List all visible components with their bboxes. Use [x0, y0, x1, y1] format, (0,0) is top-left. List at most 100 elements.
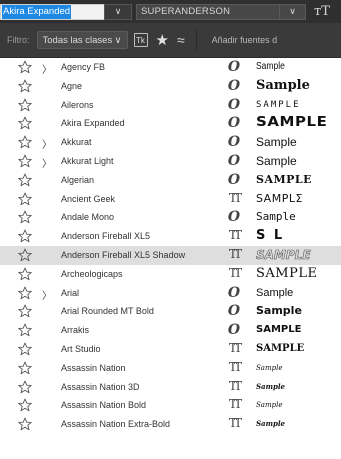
font-name: Akkurat [61, 137, 92, 148]
favorite-star-icon[interactable] [18, 173, 32, 187]
font-list-item[interactable]: Assassin Nation 3D TT Sample [0, 378, 341, 397]
font-list: 〉 Agency FB O Sample Agne O Sample Ailerons O SAM… [0, 58, 341, 434]
font-list-item[interactable]: Ancient Geek TT SAMPLΣ [0, 190, 341, 209]
favorite-star-icon[interactable] [18, 417, 32, 431]
font-style-input[interactable]: SUPERANDERSON [136, 3, 280, 20]
opentype-icon: O [227, 115, 241, 132]
font-list-item[interactable]: Arrakis O SAMPLE [0, 321, 341, 340]
chevron-down-icon: ∨ [114, 34, 122, 46]
font-sample: SAMPLE [256, 265, 318, 281]
font-class-filter-select[interactable]: Todas las clases ∨ [36, 31, 128, 49]
font-list-item[interactable]: 〉 Akkurat O Sample [0, 133, 341, 152]
font-sample: SAMPLE [256, 324, 302, 336]
font-name: Art Studio [61, 343, 101, 354]
font-sample: Sample [256, 210, 296, 224]
favorites-filter-star-icon[interactable]: ★ [156, 33, 169, 48]
font-sample: Sample [256, 77, 310, 93]
font-list-item[interactable]: Ailerons O SAMPLE [0, 96, 341, 115]
font-sample: Sample [256, 419, 286, 429]
filter-select-value: Todas las clases [42, 34, 113, 46]
opentype-icon: O [227, 59, 241, 75]
favorite-star-icon[interactable] [18, 192, 32, 206]
favorite-star-icon[interactable] [18, 229, 32, 243]
favorite-star-icon[interactable] [18, 398, 32, 412]
favorite-star-icon[interactable] [18, 380, 32, 394]
font-list-item[interactable]: Assassin Nation Extra-Bold TT Sample [0, 415, 341, 434]
font-list-item[interactable]: Arial Rounded MT Bold O Sample [0, 302, 341, 321]
expand-chevron-icon[interactable]: 〉 [42, 155, 52, 170]
favorite-star-icon[interactable] [18, 267, 32, 281]
font-sample: Sample [256, 381, 286, 391]
font-list-item[interactable]: Anderson Fireball XL5 Shadow TT SAMPLE [0, 245, 341, 265]
expand-chevron-icon[interactable]: 〉 [42, 287, 52, 302]
font-name: Assassin Nation Bold [61, 400, 147, 411]
opentype-icon: O [227, 134, 241, 151]
font-list-item[interactable]: 〉 Arial O Sample [0, 284, 341, 303]
font-list-item[interactable]: Assassin Nation Bold TT Sample [0, 396, 341, 415]
font-list-item[interactable]: Agne O Sample [0, 77, 341, 96]
font-sample: SAMPLE [256, 342, 305, 354]
font-sample: Sample [256, 153, 297, 168]
font-size-icon[interactable]: тT [314, 4, 330, 20]
font-name: Assassin Nation [61, 362, 126, 373]
font-name: Anderson Fireball XL5 [61, 231, 151, 242]
font-picker-bar: Akira Expanded ∨ SUPERANDERSON ∨ тT [0, 0, 341, 23]
font-name: Assassin Nation 3D [61, 381, 140, 392]
font-name: Andale Mono [61, 212, 115, 223]
opentype-icon: O [227, 303, 241, 320]
font-name: Ailerons [61, 99, 94, 110]
favorite-star-icon[interactable] [18, 135, 32, 149]
font-list-item[interactable]: Akira Expanded O SAMPLE [0, 114, 341, 133]
typekit-filter-button[interactable]: Tk [133, 33, 148, 47]
font-name: Arial [61, 287, 80, 298]
font-list-item[interactable]: 〉 Akkurat Light O Sample [0, 152, 341, 171]
favorite-star-icon[interactable] [18, 210, 32, 224]
divider [195, 29, 197, 51]
favorite-star-icon[interactable] [18, 248, 32, 262]
favorite-star-icon[interactable] [18, 304, 32, 318]
add-fonts-link[interactable]: Añadir fuentes d [212, 35, 278, 45]
favorite-star-icon[interactable] [18, 361, 32, 375]
font-list-item[interactable]: Art Studio TT SAMPLE [0, 340, 341, 359]
favorite-star-icon[interactable] [18, 154, 32, 168]
expand-chevron-icon[interactable]: 〉 [42, 136, 52, 151]
font-family-selected-text[interactable]: Akira Expanded [2, 4, 72, 19]
font-family-input[interactable]: Akira Expanded [0, 3, 104, 20]
font-list-item[interactable]: Andale Mono O Sample [0, 208, 341, 227]
font-sample: Sample [256, 286, 294, 299]
font-name: Agency FB [61, 62, 106, 72]
favorite-star-icon[interactable] [18, 79, 32, 93]
truetype-icon: TT [228, 265, 242, 280]
font-sample: Sample [256, 304, 302, 318]
font-list-item[interactable]: Algerian O SAMPLE [0, 171, 341, 190]
favorite-star-icon[interactable] [18, 286, 32, 300]
font-sample: Sample [256, 401, 283, 410]
font-list-item[interactable]: Assassin Nation TT Sample [0, 359, 341, 378]
font-list-item[interactable]: Archeologicaps TT SAMPLE [0, 265, 341, 284]
favorite-star-icon[interactable] [18, 98, 32, 112]
truetype-icon: TT [228, 397, 242, 412]
font-name: Arrakis [61, 325, 90, 336]
font-sample: SAMPLE [256, 115, 328, 131]
favorite-star-icon[interactable] [18, 323, 32, 337]
similar-fonts-approx-icon[interactable]: ≈ [177, 32, 185, 48]
font-name: Akkurat Light [61, 155, 114, 166]
opentype-icon: O [227, 209, 241, 226]
favorite-star-icon[interactable] [18, 342, 32, 356]
font-style-dropdown-button[interactable]: ∨ [280, 3, 306, 20]
opentype-icon: O [227, 77, 241, 94]
favorite-star-icon[interactable] [18, 60, 32, 74]
font-name: Anderson Fireball XL5 Shadow [61, 249, 186, 260]
expand-chevron-icon[interactable]: 〉 [42, 61, 52, 76]
font-family-dropdown-button[interactable]: ∨ [104, 3, 132, 20]
font-sample: SAMPLE [256, 99, 301, 110]
font-style-value: SUPERANDERSON [141, 6, 231, 17]
font-name: Ancient Geek [61, 193, 116, 204]
truetype-icon: TT [228, 246, 242, 261]
font-name: Algerian [61, 174, 95, 185]
font-list-item[interactable]: 〉 Agency FB O Sample [0, 58, 341, 77]
favorite-star-icon[interactable] [18, 116, 32, 130]
truetype-icon: TT [228, 378, 242, 393]
font-list-item[interactable]: Anderson Fireball XL5 TT S L [0, 227, 341, 246]
typekit-icon: Tk [136, 35, 145, 45]
